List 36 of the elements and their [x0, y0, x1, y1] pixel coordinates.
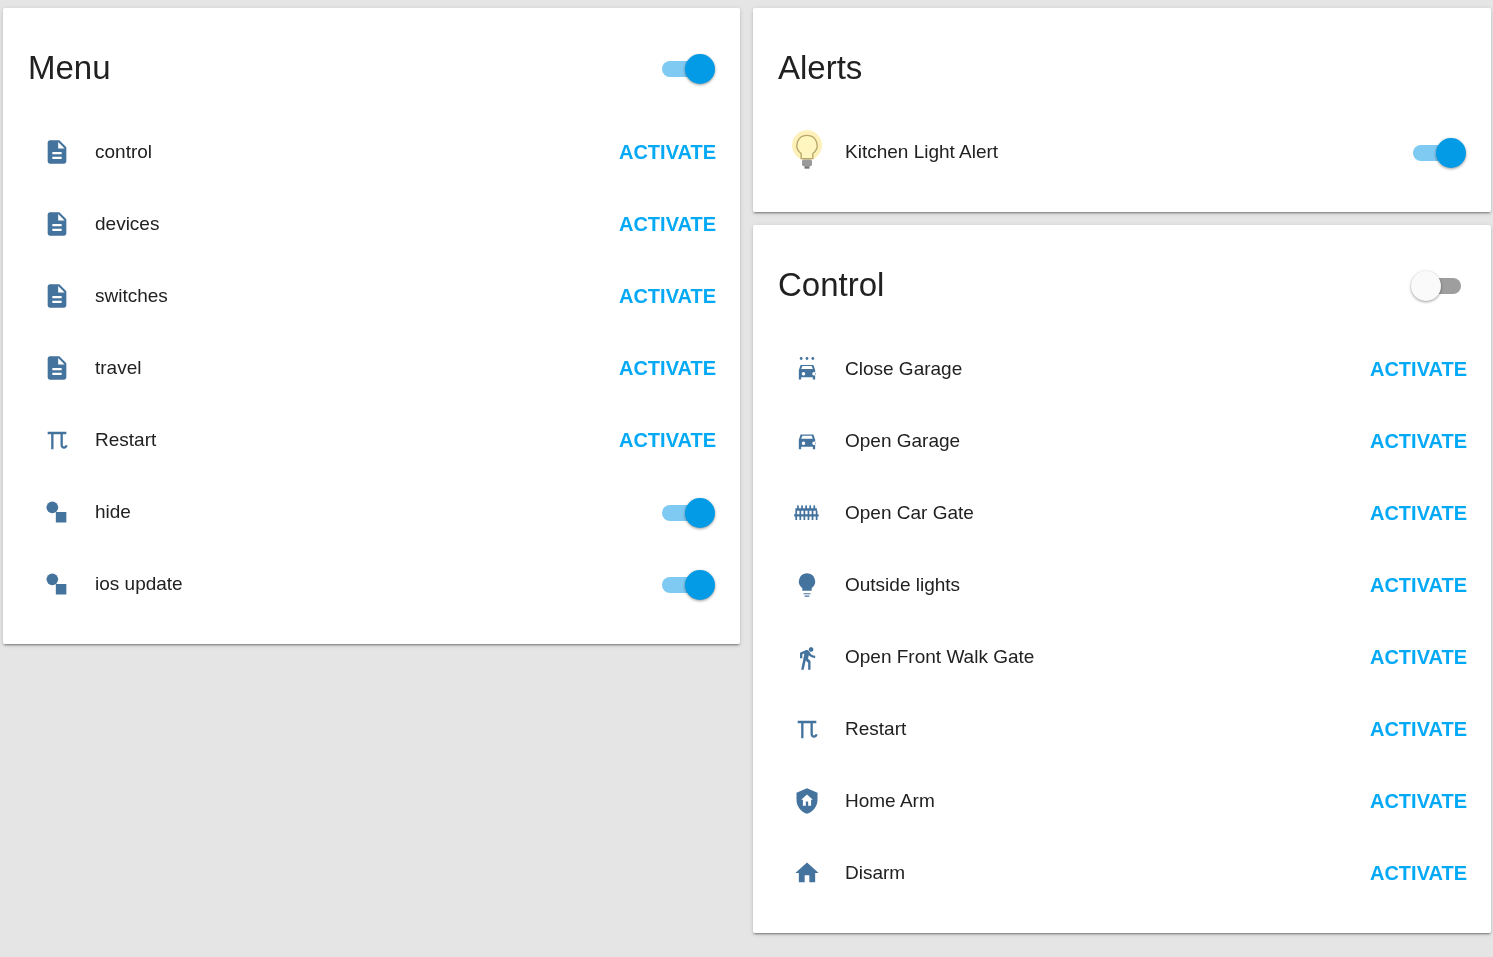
toggle-switch[interactable] [660, 52, 716, 84]
activate-button[interactable]: ACTIVATE [618, 206, 716, 242]
item-label: Open Garage [845, 430, 962, 452]
activate-button[interactable]: ACTIVATE [1369, 711, 1467, 747]
activate-button[interactable]: ACTIVATE [1369, 639, 1467, 675]
item-label: Restart [95, 429, 158, 451]
activate-button[interactable]: ACTIVATE [618, 278, 716, 314]
item-label: ios update [95, 573, 184, 595]
item-label: Restart [845, 718, 908, 740]
card-title: Menu [28, 48, 111, 88]
item-label: Open Car Gate [845, 502, 975, 524]
toggle-switch[interactable] [660, 568, 716, 600]
activate-button[interactable]: ACTIVATE [1369, 495, 1467, 531]
item-label: hide [95, 501, 132, 523]
item-label: travel [95, 357, 143, 379]
item-label: control [95, 141, 154, 163]
toggle-switch[interactable] [660, 496, 716, 528]
activate-button[interactable]: ACTIVATE [1369, 351, 1467, 387]
item-label: Open Front Walk Gate [845, 646, 1036, 668]
card-title: Alerts [778, 48, 863, 88]
activate-button[interactable]: ACTIVATE [1369, 423, 1467, 459]
activate-button[interactable]: ACTIVATE [1369, 783, 1467, 819]
item-label: Close Garage [845, 358, 964, 380]
card-title: Control [778, 265, 885, 305]
activate-button[interactable]: ACTIVATE [618, 350, 716, 386]
activate-button[interactable]: ACTIVATE [618, 422, 716, 458]
item-label: Kitchen Light Alert [845, 141, 1000, 163]
activate-button[interactable]: ACTIVATE [1369, 855, 1467, 891]
item-label: Home Arm [845, 790, 936, 812]
item-label: Outside lights [845, 574, 962, 596]
activate-button[interactable]: ACTIVATE [618, 134, 716, 170]
item-label: devices [95, 213, 161, 235]
item-label: switches [95, 285, 169, 307]
item-label: Disarm [845, 862, 907, 884]
toggle-switch[interactable] [1411, 136, 1467, 168]
activate-button[interactable]: ACTIVATE [1369, 567, 1467, 603]
